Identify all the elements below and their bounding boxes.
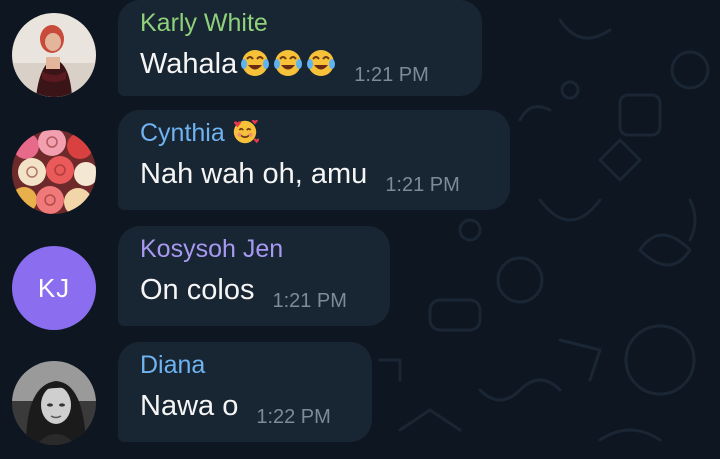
avatar-photo-icon — [12, 13, 96, 97]
avatar[interactable] — [12, 361, 96, 445]
avatar-photo-icon — [12, 361, 96, 445]
message-text: Nawa o — [140, 390, 239, 422]
message-item[interactable]: Diana Nawa o 1:22 PM — [0, 342, 720, 458]
message-text: On colos — [140, 274, 255, 306]
message-time: 1:21 PM — [272, 290, 347, 312]
avatar-roses-icon — [12, 130, 96, 214]
avatar[interactable] — [12, 130, 96, 214]
face-with-tears-of-joy-icon — [241, 50, 270, 76]
message-item[interactable]: Karly White Wahala 1:21 PM — [0, 0, 720, 116]
avatar[interactable]: KJ — [12, 246, 96, 330]
message-time: 1:21 PM — [354, 64, 429, 86]
message-time: 1:22 PM — [256, 406, 331, 428]
sender-name[interactable]: Karly White — [140, 8, 460, 38]
avatar-initials: KJ — [37, 272, 71, 303]
sender-name[interactable]: Diana — [140, 350, 350, 380]
message-item[interactable]: KJ Kosysoh Jen On colos 1:21 PM — [0, 226, 720, 342]
avatar[interactable] — [12, 13, 96, 97]
message-bubble[interactable]: Kosysoh Jen On colos 1:21 PM — [118, 226, 390, 326]
face-with-tears-of-joy-icon — [307, 50, 336, 76]
face-with-tears-of-joy-icon — [274, 50, 303, 76]
sender-name-text[interactable]: Cynthia — [140, 119, 225, 147]
message-bubble[interactable]: Diana Nawa o 1:22 PM — [118, 342, 372, 442]
sender-name[interactable]: Cynthia — [140, 118, 488, 148]
message-item[interactable]: Cynthia Nah wah oh, amu 1:21 PM — [0, 110, 720, 226]
message-text: Wahala — [140, 47, 336, 81]
sender-name[interactable]: Kosysoh Jen — [140, 234, 368, 264]
message-list[interactable]: Karly White Wahala 1:21 PM Cynthia Nah w… — [0, 0, 720, 459]
message-time: 1:21 PM — [385, 174, 460, 196]
message-bubble[interactable]: Karly White Wahala 1:21 PM — [118, 0, 482, 96]
message-text-content: Wahala — [140, 48, 238, 80]
smiling-face-with-hearts-icon — [233, 120, 259, 144]
message-text: Nah wah oh, amu — [140, 158, 368, 190]
message-bubble[interactable]: Cynthia Nah wah oh, amu 1:21 PM — [118, 110, 510, 210]
